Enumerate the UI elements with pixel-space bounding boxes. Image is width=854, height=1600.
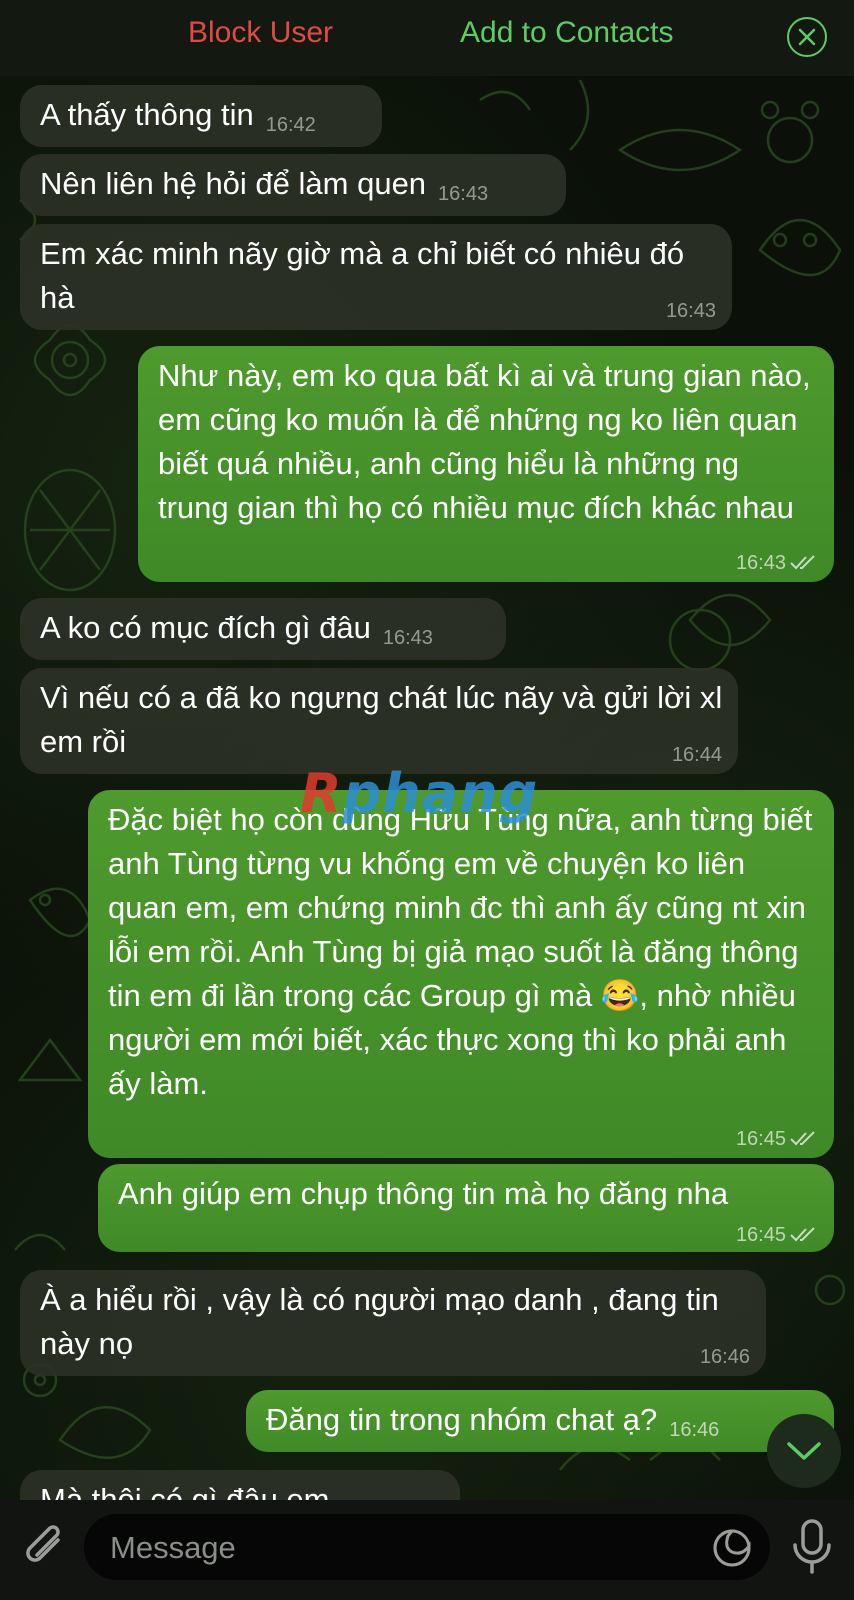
sticker-icon[interactable]	[712, 1528, 752, 1568]
message-time: 16:45	[735, 1128, 786, 1150]
message-placeholder: Message	[110, 1530, 236, 1565]
message-meta: 16:43	[666, 300, 716, 322]
message-text: Vì nếu có a đã ko ngưng chát lúc nãy và …	[40, 680, 723, 759]
message-bubble-incoming[interactable]: Nên liên hệ hỏi để làm quen 16:43	[20, 154, 566, 216]
message-meta: 16:45	[736, 1128, 818, 1150]
message-time: 16:45	[735, 1224, 786, 1246]
scroll-down-button[interactable]	[767, 1414, 841, 1488]
message-meta: 16:46	[700, 1346, 750, 1368]
message-time: 16:43	[438, 183, 489, 205]
block-user-button[interactable]: Block User	[188, 16, 333, 50]
watermark-part: phang	[342, 762, 539, 825]
message-bubble-incoming[interactable]: A ko có mục đích gì đâu 16:43	[20, 598, 506, 660]
message-text: Đặc biệt họ còn dùng Hữu Tùng nữa, anh t…	[108, 802, 813, 1101]
chevron-down-icon	[787, 1442, 821, 1460]
message-bubble-incoming[interactable]: A thấy thông tin 16:42	[20, 85, 382, 147]
message-time: 16:43	[735, 552, 786, 574]
message-text: Anh giúp em chụp thông tin mà họ đăng nh…	[118, 1176, 729, 1211]
message-time: 16:46	[669, 1419, 720, 1441]
message-text: Như này, em ko qua bất kì ai và trung gi…	[158, 358, 811, 525]
message-time: 16:44	[671, 744, 722, 766]
watermark-logo: Rphang	[300, 762, 538, 825]
message-bubble-incoming[interactable]: Em xác minh nãy giờ mà a chỉ biết có nhi…	[20, 224, 732, 330]
message-text: A ko có mục đích gì đâu	[40, 610, 371, 645]
message-time: 16:43	[382, 627, 433, 649]
message-bubble-outgoing[interactable]: Đặc biệt họ còn dùng Hữu Tùng nữa, anh t…	[88, 790, 834, 1158]
message-bubble-incoming[interactable]: À a hiểu rồi , vậy là có người mạo danh …	[20, 1270, 766, 1376]
message-text: À a hiểu rồi , vậy là có người mạo danh …	[40, 1282, 719, 1361]
double-check-icon	[790, 1227, 815, 1242]
paperclip-icon[interactable]	[22, 1522, 68, 1574]
message-text: A thấy thông tin	[40, 97, 254, 132]
message-bubble-outgoing[interactable]: Anh giúp em chụp thông tin mà họ đăng nh…	[98, 1164, 834, 1252]
double-check-icon	[790, 1131, 815, 1146]
add-to-contacts-button[interactable]: Add to Contacts	[460, 16, 673, 50]
message-meta: 16:44	[672, 744, 722, 766]
message-time: 16:43	[665, 300, 716, 322]
message-time: 16:46	[699, 1346, 750, 1368]
message-bubble-outgoing[interactable]: Như này, em ko qua bất kì ai và trung gi…	[138, 346, 834, 582]
message-bubble-outgoing[interactable]: Đăng tin trong nhóm chat ạ? 16:46	[246, 1390, 834, 1452]
double-check-icon	[790, 555, 815, 570]
message-text: Nên liên hệ hỏi để làm quen	[40, 166, 427, 201]
message-bubble-incoming[interactable]: Vì nếu có a đã ko ngưng chát lúc nãy và …	[20, 668, 738, 774]
top-action-bar: Block User Add to Contacts	[0, 0, 854, 76]
message-text: Em xác minh nãy giờ mà a chỉ biết có nhi…	[40, 236, 685, 315]
microphone-icon[interactable]	[790, 1518, 834, 1576]
message-time: 16:42	[265, 114, 316, 136]
message-input[interactable]: Message	[84, 1514, 770, 1580]
message-meta: 16:45	[736, 1224, 818, 1246]
message-text: Đăng tin trong nhóm chat ạ?	[266, 1402, 658, 1437]
message-meta: 16:43	[736, 552, 818, 574]
watermark-part: R	[300, 762, 343, 825]
close-icon[interactable]	[787, 17, 827, 57]
